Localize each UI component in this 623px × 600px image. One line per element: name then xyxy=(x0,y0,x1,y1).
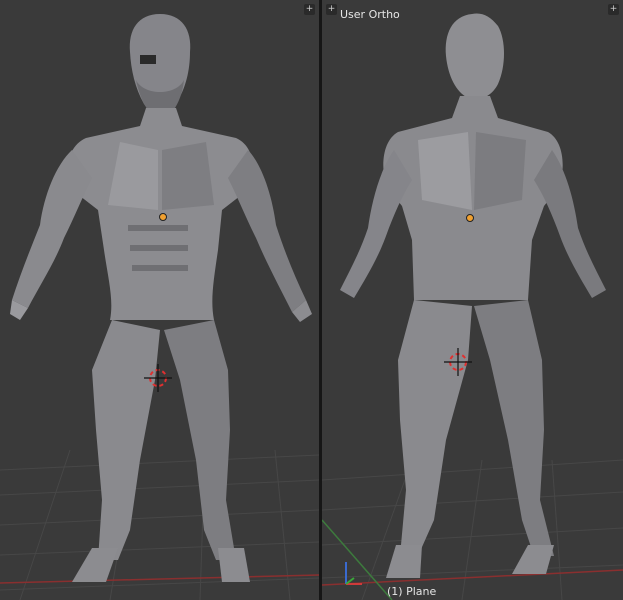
viewport-front[interactable]: + xyxy=(0,0,319,600)
human-mesh-back[interactable] xyxy=(340,13,606,579)
object-origin-dot-back xyxy=(466,214,474,222)
object-origin-dot xyxy=(159,213,167,221)
object-label: (1) Plane xyxy=(387,585,437,598)
front-scene xyxy=(0,14,319,600)
blender-3d-view-split: + User Ortho (1) Plane + + xyxy=(0,0,623,600)
axis-gizmo-icon xyxy=(345,562,362,585)
human-mesh-front[interactable] xyxy=(10,14,312,582)
plus-icon[interactable]: + xyxy=(304,4,315,15)
y-axis-line-back xyxy=(322,519,393,600)
floor-grid-back xyxy=(322,459,623,600)
x-axis-line xyxy=(0,574,319,584)
view-label: User Ortho xyxy=(340,8,400,21)
viewport-back[interactable]: User Ortho (1) Plane + + xyxy=(322,0,623,600)
plus-icon-left-corner[interactable]: + xyxy=(326,4,337,15)
back-scene xyxy=(322,13,623,600)
floor-grid xyxy=(0,449,319,600)
plus-icon-right[interactable]: + xyxy=(608,4,619,15)
